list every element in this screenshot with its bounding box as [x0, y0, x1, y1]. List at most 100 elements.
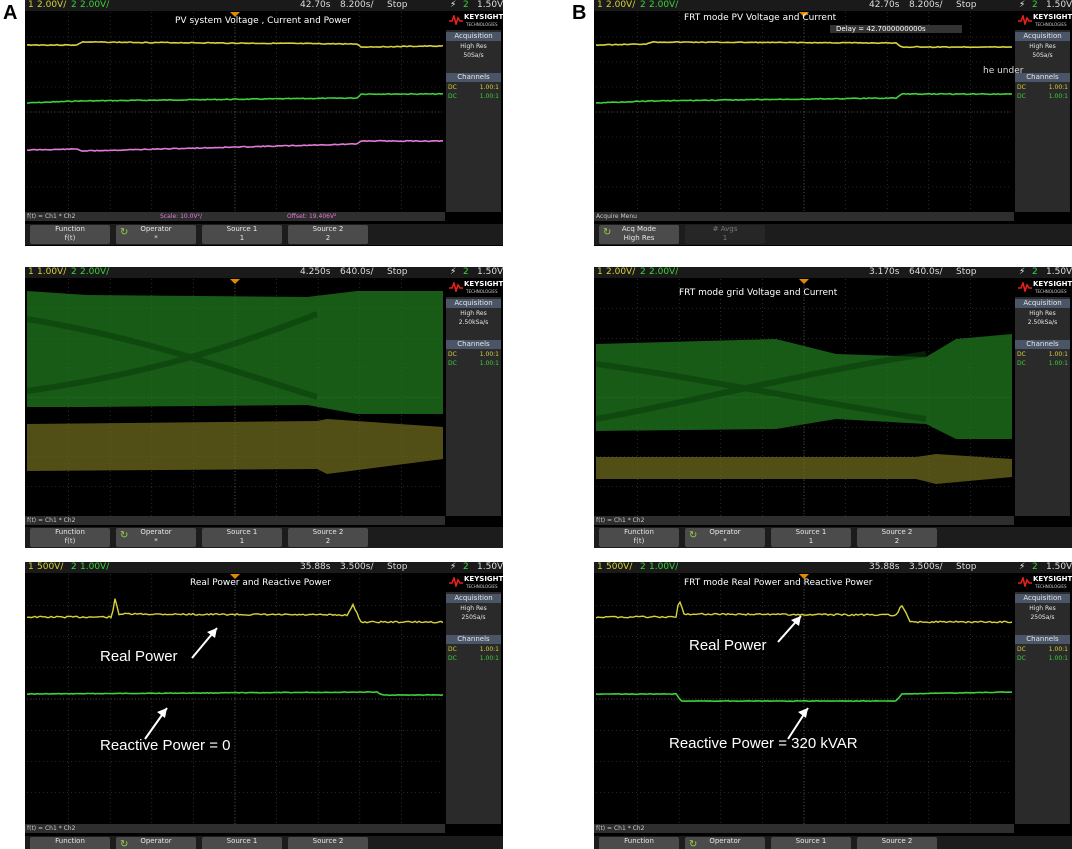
channel-1-scale: 1.00V/ [37, 267, 67, 277]
softkey-source-2[interactable]: Source 22 [288, 225, 368, 244]
channel-probe-ratio: 1.00:1 [479, 655, 499, 662]
brand-sub: TECHNOLOGIES [466, 289, 498, 294]
scope-status-bar: 1 500V/2 1.00V/35.88s 3.500s/Stop 2 1.50V ⚡ [25, 562, 503, 573]
channel-2-scale: 2.00V/ [649, 267, 679, 277]
trigger-level: 1.50V [1046, 0, 1072, 10]
math-status-bar: f(t) = Ch1 * Ch2 [594, 824, 1014, 833]
channel-coupling: DC [448, 646, 457, 653]
info-side-panel: KEYSIGHT TECHNOLOGIES Acquisition High Res 5… [446, 12, 503, 212]
softkey-value: 2 [325, 537, 331, 545]
waveform-display [596, 279, 1012, 516]
channel-1-number: 1 [597, 0, 603, 10]
run-state: Stop [387, 562, 408, 572]
softkey-bar: ↻ Acq Mode High Res # Avgs 1 [594, 224, 1072, 245]
softkey-function[interactable]: Function [599, 837, 679, 849]
brand-name: KEYSIGHT [1033, 13, 1072, 21]
keysight-wave-icon [1018, 577, 1032, 587]
softkey-function[interactable]: Function f(t) [30, 225, 110, 244]
horizontal-position: 4.250s [300, 267, 331, 277]
brand-name: KEYSIGHT [1033, 575, 1072, 583]
brand-name: KEYSIGHT [464, 13, 503, 21]
softkey-acq-mode[interactable]: ↻ Acq Mode High Res [599, 225, 679, 244]
softkey-source-1[interactable]: Source 11 [771, 528, 851, 547]
trigger-edge-icon: ⚡ [450, 267, 457, 277]
channel-2-number: 2 [71, 0, 77, 10]
trigger-level: 1.50V [1046, 562, 1072, 572]
softkey-source-1[interactable]: Source 1 [771, 837, 851, 849]
run-state: Stop [956, 562, 977, 572]
softkey-function[interactable]: Function f(t) [30, 528, 110, 547]
channel-coupling: DC [1017, 84, 1026, 91]
trigger-level: 1.50V [477, 0, 503, 10]
keysight-wave-icon [1018, 15, 1032, 25]
softkey-operator[interactable]: ↻ Operator * [685, 528, 765, 547]
trigger-channel: 2 [463, 0, 469, 10]
acquisition-mode: High Res [1029, 43, 1056, 50]
softkey-label: Function [55, 837, 85, 845]
channel-2-scale: 2.00V/ [649, 0, 679, 10]
rotary-knob-icon: ↻ [120, 839, 129, 849]
math-status-bar: f(t) = Ch1 * Ch2 [594, 516, 1014, 525]
channel-1-scale: 500V/ [606, 562, 633, 572]
softkey-label: Source 1 [226, 225, 258, 233]
acquisition-mode: High Res [1029, 605, 1056, 612]
overlay-text-fragment: he under [983, 66, 1024, 76]
sample-rate: 250Sa/s [1030, 614, 1055, 621]
channel-1-scale: 2.00V/ [606, 267, 636, 277]
softkey-operator[interactable]: ↻ Operator * [116, 225, 196, 244]
real-power-annotation: Real Power [100, 648, 178, 665]
keysight-logo: KEYSIGHT TECHNOLOGIES [1015, 279, 1072, 297]
waveform-canvas [596, 12, 1012, 212]
softkey-source-1[interactable]: Source 11 [202, 225, 282, 244]
reactive-power-trace [596, 691, 1012, 703]
channel-coupling: DC [448, 351, 457, 358]
softkey-operator[interactable]: ↻ Operator [685, 837, 765, 849]
trigger-level: 1.50V [477, 562, 503, 572]
channel-2-envelope [596, 334, 1012, 439]
brand-name: KEYSIGHT [464, 575, 503, 583]
softkey-source-2[interactable]: Source 22 [857, 528, 937, 547]
softkey-function[interactable]: Function f(t) [599, 528, 679, 547]
softkey-source-1[interactable]: Source 1 [202, 837, 282, 849]
trigger-channel: 2 [463, 267, 469, 277]
softkey-value: 1 [808, 537, 814, 545]
run-state: Stop [387, 267, 408, 277]
waveform-canvas [27, 574, 443, 824]
acquisition-mode: High Res [1029, 310, 1056, 317]
oscilloscope-b2: 1 2.00V/2 2.00V/3.170s 640.0s/Stop 2 1.50V ⚡ KE… [594, 267, 1072, 548]
softkey-function[interactable]: Function [30, 837, 110, 849]
trigger-level: 1.50V [477, 267, 503, 277]
channel-2-scale: 1.00V/ [80, 562, 110, 572]
softkey-source-2[interactable]: Source 22 [288, 528, 368, 547]
softkey-avgs[interactable]: # Avgs 1 [685, 225, 765, 244]
math-scale: Scale: 10.0V²/ [160, 213, 202, 220]
keysight-wave-icon [1018, 282, 1032, 292]
channel-2-envelope [27, 291, 443, 414]
oscilloscope-a2: 1 1.00V/2 2.00V/4.250s 640.0s/Stop 2 1.50V ⚡ KE… [25, 267, 503, 548]
info-side-panel: KEYSIGHT TECHNOLOGIES Acquisition High Res 2… [446, 574, 503, 824]
softkey-source-2[interactable]: Source 2 [857, 837, 937, 849]
channel-coupling: DC [1017, 655, 1026, 662]
sample-rate: 2.50kSa/s [1027, 319, 1058, 326]
math-status-bar: f(t) = Ch1 * Ch2 Scale: 10.0V²/Offset: 19… [25, 212, 445, 221]
channel-2-scale: 2.00V/ [80, 267, 110, 277]
channel-probe-ratio: 1.00:1 [1048, 655, 1068, 662]
channels-heading: Channels [446, 635, 501, 644]
keysight-wave-icon [449, 282, 463, 292]
softkey-source-2[interactable]: Source 2 [288, 837, 368, 849]
waveform-canvas [596, 574, 1012, 824]
trigger-edge-icon: ⚡ [450, 0, 457, 10]
horizontal-position: 3.170s [869, 267, 900, 277]
channels-heading: Channels [446, 73, 501, 82]
softkey-operator[interactable]: ↻ Operator [116, 837, 196, 849]
timebase-scale: 8.200s/ [909, 0, 943, 10]
acquisition-mode: High Res [460, 605, 487, 612]
softkey-source-1[interactable]: Source 11 [202, 528, 282, 547]
softkey-operator[interactable]: ↻ Operator * [116, 528, 196, 547]
waveform-display [27, 12, 443, 212]
channel-1-number: 1 [597, 562, 603, 572]
channel-coupling: DC [448, 655, 457, 662]
channel-2-number: 2 [640, 562, 646, 572]
trigger-channel: 2 [1032, 0, 1038, 10]
channel-1-scale: 2.00V/ [606, 0, 636, 10]
